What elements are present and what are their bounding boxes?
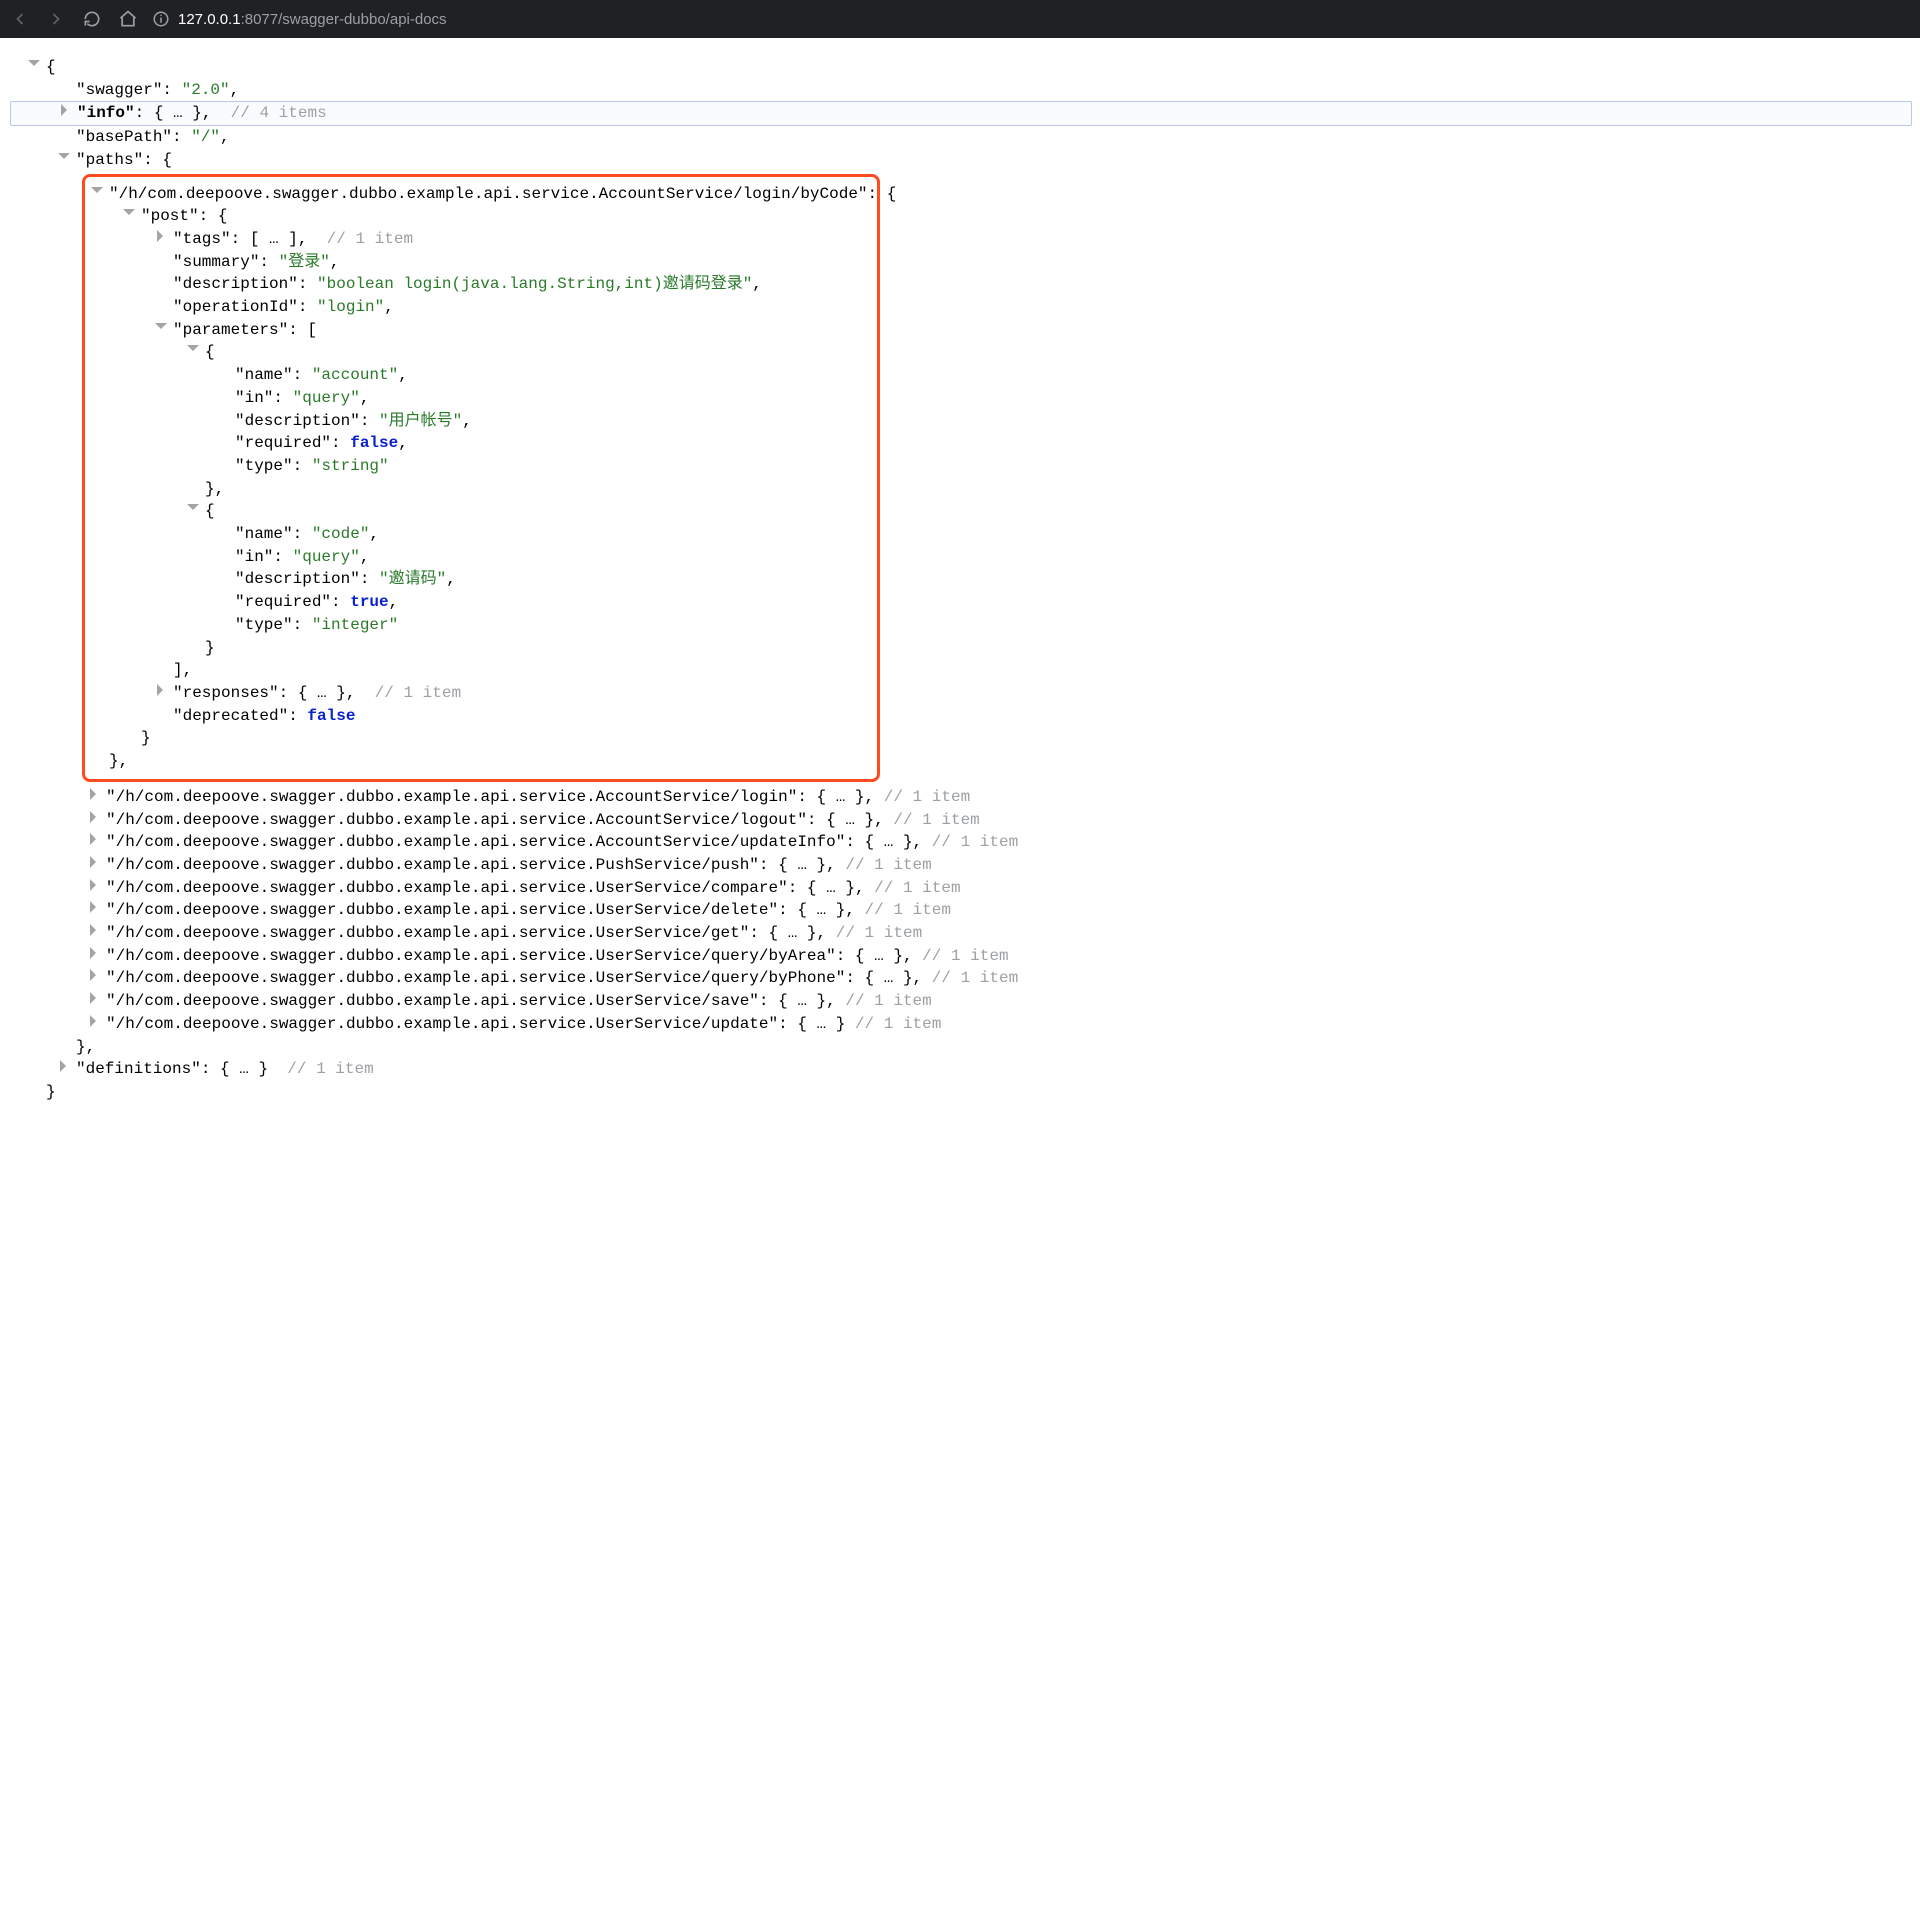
kv-paths-open: "paths": { — [10, 149, 1914, 172]
path-close: }, — [85, 750, 871, 773]
toggle-icon[interactable] — [88, 811, 102, 825]
parameters-close: ], — [85, 659, 871, 682]
url-text: 127.0.0.1:8077/swagger-dubbo/api-docs — [178, 11, 447, 28]
kv-path-collapsed[interactable]: "/h/com.deepoove.swagger.dubbo.example.a… — [10, 854, 1914, 877]
kv-deprecated: "deprecated": false — [85, 705, 871, 728]
address-bar[interactable]: 127.0.0.1:8077/swagger-dubbo/api-docs — [152, 10, 447, 28]
toggle-icon[interactable] — [88, 992, 102, 1006]
toggle-icon[interactable] — [155, 684, 169, 698]
toggle-icon[interactable] — [88, 924, 102, 938]
kv-definitions[interactable]: "definitions": { … } // 1 item — [10, 1058, 1914, 1081]
kv-path-collapsed[interactable]: "/h/com.deepoove.swagger.dubbo.example.a… — [10, 967, 1914, 990]
forward-button[interactable] — [44, 7, 68, 31]
param-0-open: { — [85, 341, 871, 364]
kv-path-collapsed[interactable]: "/h/com.deepoove.swagger.dubbo.example.a… — [10, 899, 1914, 922]
kv-p0-type: "type": "string" — [85, 455, 871, 478]
kv-p1-name: "name": "code", — [85, 523, 871, 546]
param-1-open: { — [85, 500, 871, 523]
root-open: { — [10, 56, 1914, 79]
reload-button[interactable] — [80, 7, 104, 31]
toggle-icon[interactable] — [88, 1015, 102, 1029]
kv-path-collapsed[interactable]: "/h/com.deepoove.swagger.dubbo.example.a… — [10, 922, 1914, 945]
kv-path-collapsed[interactable]: "/h/com.deepoove.swagger.dubbo.example.a… — [10, 945, 1914, 968]
info-icon — [152, 10, 170, 28]
kv-path-collapsed[interactable]: "/h/com.deepoove.swagger.dubbo.example.a… — [10, 1013, 1914, 1036]
kv-p1-type: "type": "integer" — [85, 614, 871, 637]
root-close: } — [10, 1081, 1914, 1104]
kv-responses[interactable]: "responses": { … }, // 1 item — [85, 682, 871, 705]
toggle-icon[interactable] — [59, 104, 73, 118]
kv-p0-description: "description": "用户帐号", — [85, 410, 871, 433]
kv-p1-description: "description": "邀请码", — [85, 568, 871, 591]
toggle-icon[interactable] — [88, 901, 102, 915]
toggle-icon[interactable] — [88, 856, 102, 870]
kv-path-collapsed[interactable]: "/h/com.deepoove.swagger.dubbo.example.a… — [10, 877, 1914, 900]
highlight-box: "/h/com.deepoove.swagger.dubbo.example.a… — [82, 174, 880, 782]
toggle-icon[interactable] — [88, 788, 102, 802]
param-1-close: } — [85, 637, 871, 660]
toggle-icon[interactable] — [155, 230, 169, 244]
kv-operationid: "operationId": "login", — [85, 296, 871, 319]
toggle-icon[interactable] — [28, 58, 42, 72]
kv-summary: "summary": "登录", — [85, 251, 871, 274]
kv-path-collapsed[interactable]: "/h/com.deepoove.swagger.dubbo.example.a… — [10, 786, 1914, 809]
toggle-icon[interactable] — [123, 207, 137, 221]
kv-p0-required: "required": false, — [85, 432, 871, 455]
browser-chrome: 127.0.0.1:8077/swagger-dubbo/api-docs — [0, 0, 1920, 38]
back-button[interactable] — [8, 7, 32, 31]
paths-close: }, — [10, 1036, 1914, 1059]
kv-path-collapsed[interactable]: "/h/com.deepoove.swagger.dubbo.example.a… — [10, 990, 1914, 1013]
toggle-icon[interactable] — [155, 321, 169, 335]
kv-path-collapsed[interactable]: "/h/com.deepoove.swagger.dubbo.example.a… — [10, 831, 1914, 854]
toggle-icon[interactable] — [91, 185, 105, 199]
toggle-icon[interactable] — [58, 1060, 72, 1074]
toggle-icon[interactable] — [88, 833, 102, 847]
kv-p1-required: "required": true, — [85, 591, 871, 614]
kv-post-open: "post": { — [85, 205, 871, 228]
kv-swagger: "swagger": "2.0", — [10, 79, 1914, 102]
toggle-icon[interactable] — [88, 879, 102, 893]
kv-path-collapsed[interactable]: "/h/com.deepoove.swagger.dubbo.example.a… — [10, 809, 1914, 832]
kv-parameters-open: "parameters": [ — [85, 319, 871, 342]
toggle-icon[interactable] — [88, 947, 102, 961]
toggle-icon[interactable] — [88, 969, 102, 983]
kv-path-login-bycode-open: "/h/com.deepoove.swagger.dubbo.example.a… — [85, 183, 871, 206]
param-0-close: }, — [85, 478, 871, 501]
kv-tags[interactable]: "tags": [ … ], // 1 item — [85, 228, 871, 251]
kv-p0-name: "name": "account", — [85, 364, 871, 387]
kv-p1-in: "in": "query", — [85, 546, 871, 569]
kv-basepath: "basePath": "/", — [10, 126, 1914, 149]
kv-description: "description": "boolean login(java.lang.… — [85, 273, 871, 296]
home-button[interactable] — [116, 7, 140, 31]
kv-p0-in: "in": "query", — [85, 387, 871, 410]
json-viewer: { "swagger": "2.0", "info": { … }, // 4 … — [0, 38, 1920, 1144]
toggle-icon[interactable] — [187, 343, 201, 357]
post-close: } — [85, 727, 871, 750]
toggle-icon[interactable] — [58, 151, 72, 165]
toggle-icon[interactable] — [187, 502, 201, 516]
kv-info[interactable]: "info": { … }, // 4 items — [10, 101, 1912, 126]
